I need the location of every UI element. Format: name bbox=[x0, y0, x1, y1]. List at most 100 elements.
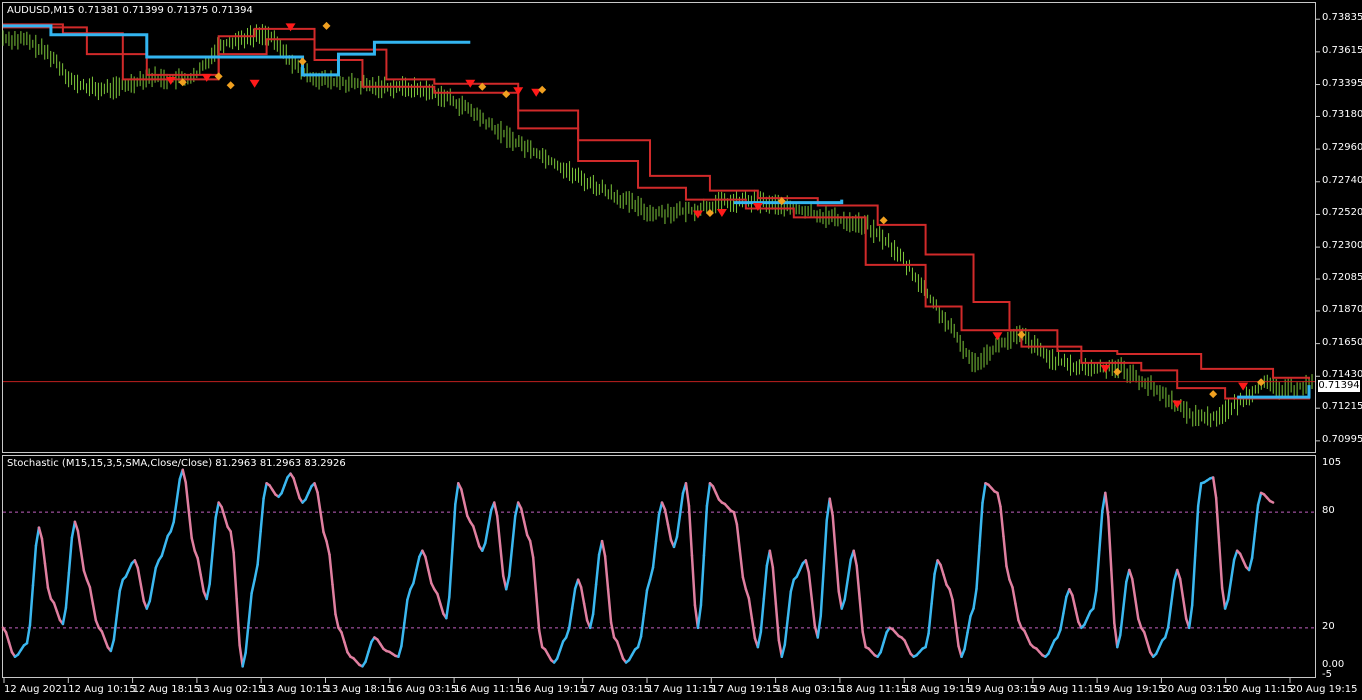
stochastic-segment bbox=[112, 614, 119, 642]
stochastic-segment bbox=[1223, 598, 1230, 610]
stochastic-segment bbox=[927, 602, 933, 635]
stochastic-segment bbox=[537, 629, 544, 649]
stochastic-segment bbox=[1128, 568, 1134, 581]
time-tick-label: 16 Aug 11:15 bbox=[454, 684, 522, 695]
stochastic-segment bbox=[244, 621, 250, 655]
stochastic-segment bbox=[930, 572, 936, 605]
stochastic-segment bbox=[780, 643, 787, 658]
time-tick-label: 20 Aug 11:15 bbox=[1225, 684, 1294, 695]
stochastic-segment bbox=[603, 554, 610, 591]
stochastic-segment bbox=[445, 595, 451, 620]
stochastic-segment bbox=[768, 549, 775, 569]
stochastic-segment bbox=[810, 597, 817, 627]
stochastic-segment bbox=[786, 590, 793, 620]
time-tick-label: 16 Aug 19:15 bbox=[518, 684, 586, 695]
stochastic-segment bbox=[618, 648, 625, 660]
time-tick-label: 12 Aug 18:15 bbox=[132, 684, 201, 695]
time-tick-label: 18 Aug 03:15 bbox=[775, 684, 844, 695]
sell-arrow-marker bbox=[716, 208, 727, 217]
stochastic-segment bbox=[115, 589, 122, 617]
stochastic-segment bbox=[846, 558, 852, 581]
stochastic-segment bbox=[762, 564, 769, 601]
price-tick-label: 0.72960 bbox=[1322, 142, 1362, 154]
stochastic-segment bbox=[702, 504, 709, 557]
stochastic-segment bbox=[882, 631, 888, 644]
signal-diamond-marker bbox=[879, 216, 888, 225]
stochastic-segment bbox=[397, 644, 403, 658]
stochastic-segment bbox=[1122, 580, 1128, 610]
stochastic-segment bbox=[1071, 594, 1077, 610]
stochastic-segment bbox=[744, 588, 751, 600]
stochastic-segment bbox=[1095, 549, 1101, 592]
stochastic-segment bbox=[1193, 504, 1200, 557]
stochastic-segment bbox=[1059, 612, 1065, 632]
stochastic-segment bbox=[1220, 586, 1227, 610]
stochastic-segment bbox=[558, 640, 565, 652]
stochastic-segment bbox=[256, 530, 262, 566]
stochastic-segment bbox=[942, 573, 948, 587]
time-tick-label: 17 Aug 03:15 bbox=[582, 684, 651, 695]
stochastic-segment bbox=[1211, 476, 1218, 500]
stochastic-segment bbox=[783, 616, 790, 646]
stochastic-segment bbox=[855, 564, 861, 601]
stochastic-segment bbox=[819, 566, 825, 618]
stochastic-segment bbox=[364, 650, 370, 664]
time-tick-label: 19 Aug 11:15 bbox=[1032, 684, 1101, 695]
stochastic-segment bbox=[1163, 625, 1170, 639]
stochastic-segment bbox=[184, 481, 190, 512]
stochastic-segment bbox=[972, 587, 978, 610]
time-tick-label: 17 Aug 11:15 bbox=[647, 684, 715, 695]
stochastic-segment bbox=[43, 562, 50, 590]
stochastic-segment bbox=[28, 584, 35, 627]
stochastic-segment bbox=[645, 578, 652, 592]
stochastic-segment bbox=[750, 616, 757, 640]
stochastic-segment bbox=[1146, 641, 1152, 654]
stochastic-segment bbox=[1116, 633, 1122, 649]
time-tick-label: 19 Aug 03:15 bbox=[968, 684, 1036, 695]
time-tick-label: 18 Aug 11:15 bbox=[839, 684, 908, 695]
stochastic-segment bbox=[262, 482, 268, 500]
signal-diamond-marker bbox=[322, 21, 331, 30]
stochastic-segment bbox=[1187, 603, 1194, 630]
stochastic-segment bbox=[241, 651, 247, 668]
stochastic-segment bbox=[229, 530, 235, 554]
stochastic-segment bbox=[924, 632, 930, 649]
stochastic-segment bbox=[205, 582, 211, 601]
stochastic-segment bbox=[954, 621, 960, 648]
stochastic-segment bbox=[1005, 564, 1011, 581]
price-chart-plot bbox=[1, 18, 1320, 683]
time-tick-label: 18 Aug 19:15 bbox=[904, 684, 972, 695]
stochastic-segment bbox=[190, 536, 196, 552]
stochastic-segment bbox=[828, 497, 834, 518]
stochastic-segment bbox=[103, 638, 110, 649]
stochastic-segment bbox=[690, 554, 697, 607]
stochastic-segment bbox=[187, 509, 193, 540]
stochastic-segment bbox=[118, 578, 125, 593]
stochastic-segment bbox=[975, 544, 981, 591]
stochastic-segment bbox=[747, 597, 754, 620]
stochastic-segment bbox=[591, 583, 598, 616]
stochastic-segment bbox=[981, 482, 987, 505]
stochastic-segment bbox=[804, 559, 811, 574]
stochastic-segment bbox=[436, 592, 442, 605]
price-tick-label: 0.72520 bbox=[1322, 207, 1362, 219]
stochastic-segment bbox=[88, 585, 95, 605]
stochastic-tick-label: 105 bbox=[1322, 457, 1342, 468]
stochastic-segment bbox=[79, 549, 86, 572]
stochastic-segment bbox=[1143, 631, 1149, 644]
signal-diamond-marker bbox=[1017, 330, 1026, 339]
stochastic-segment bbox=[1229, 558, 1236, 581]
stochastic-segment bbox=[1178, 577, 1185, 601]
price-tick-label: 0.72740 bbox=[1322, 174, 1362, 186]
stochastic-segment bbox=[636, 635, 643, 649]
time-tick-label: 12 Aug 2021 bbox=[4, 684, 69, 695]
stochastic-segment bbox=[175, 478, 181, 502]
signal-diamond-marker bbox=[502, 90, 511, 99]
price-tick-label: 0.73835 bbox=[1322, 12, 1362, 24]
price-tick-label: 0.71650 bbox=[1322, 336, 1362, 348]
stochastic-segment bbox=[259, 497, 265, 533]
stochastic-segment bbox=[834, 552, 840, 593]
stochastic-segment bbox=[91, 602, 98, 622]
stochastic-segment bbox=[948, 588, 954, 602]
stochastic-segment bbox=[151, 566, 158, 586]
